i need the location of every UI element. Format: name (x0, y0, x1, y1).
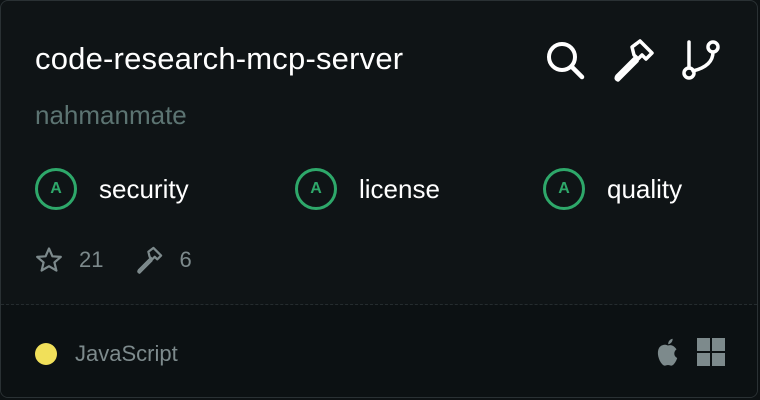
star-icon (36, 247, 62, 272)
repo-title[interactable]: code-research-mcp-server (35, 41, 403, 77)
windows-icon (697, 338, 725, 366)
grade-label: quality (607, 173, 683, 204)
action-toolbar (543, 38, 723, 82)
tools-count: 6 (179, 247, 192, 272)
branch-button[interactable] (679, 38, 723, 82)
search-icon (547, 42, 585, 80)
platform-list (655, 337, 725, 367)
language-name: JavaScript (75, 341, 178, 366)
grade-row: A security A license A quality (35, 166, 735, 212)
git-branch-icon (682, 40, 720, 80)
tools-stat: 6 (135, 246, 192, 274)
tools-button[interactable] (611, 38, 655, 82)
apple-icon (657, 338, 678, 366)
grade-badge: A (543, 168, 585, 210)
language-color-dot (35, 343, 57, 365)
grade-quality[interactable]: A quality (543, 166, 682, 212)
repo-author[interactable]: nahmanmate (35, 99, 187, 131)
hammer-icon (614, 39, 654, 82)
card-footer: JavaScript (1, 305, 757, 397)
stats-row: 21 6 (35, 245, 224, 275)
grade-label: license (359, 173, 440, 204)
grade-license[interactable]: A license (295, 166, 440, 212)
grade-badge: A (35, 168, 77, 210)
stars-stat: 21 (35, 246, 103, 274)
search-button[interactable] (543, 38, 587, 82)
server-card[interactable]: code-research-mcp-server nahmanmate A se… (0, 0, 758, 398)
grade-label: security (99, 173, 189, 204)
stars-count: 21 (79, 247, 104, 272)
hammer-icon (137, 246, 163, 274)
language-info: JavaScript (35, 341, 178, 367)
grade-security[interactable]: A security (35, 166, 189, 212)
grade-badge: A (295, 168, 337, 210)
